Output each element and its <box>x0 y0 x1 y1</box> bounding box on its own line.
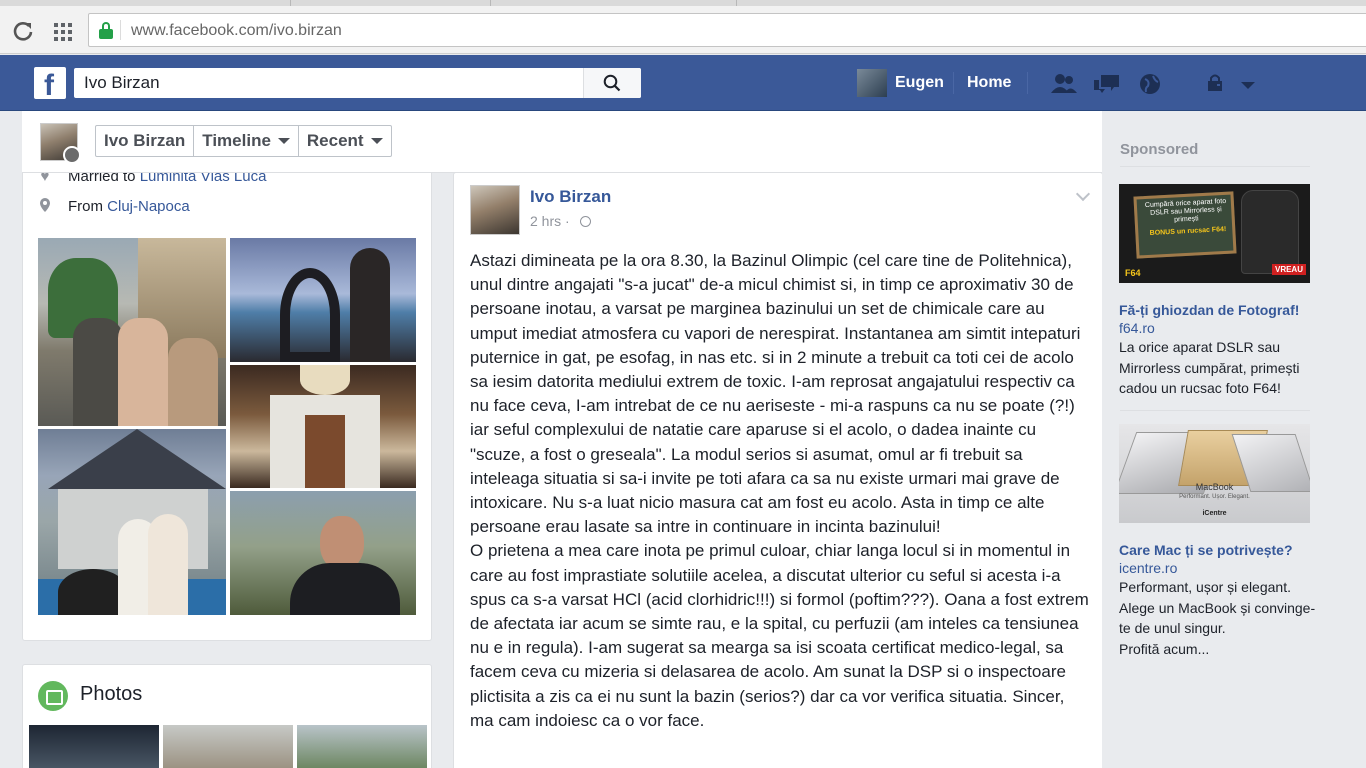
photo-thumb[interactable] <box>163 725 293 768</box>
user-avatar <box>857 69 887 97</box>
post-card: Ivo Birzan 2 hrs · Astazi dimineata pe l… <box>453 172 1103 768</box>
hometown-link[interactable]: Cluj-Napoca <box>107 198 190 215</box>
profile-photo-4[interactable] <box>38 429 226 615</box>
photos-card: Photos <box>22 664 432 768</box>
profile-photo-5[interactable] <box>230 491 416 615</box>
user-name: Eugen <box>895 74 944 91</box>
photos-icon <box>38 681 68 711</box>
facebook-logo[interactable]: f <box>34 67 66 102</box>
privacy-lock-icon[interactable] <box>1206 71 1236 97</box>
chevron-down-icon <box>370 138 383 144</box>
ad-image-brand: F64 <box>1125 268 1141 278</box>
secure-lock-icon <box>99 22 113 39</box>
profile-thumbnail[interactable] <box>40 123 81 164</box>
profile-breadcrumb: Ivo Birzan Timeline Recent <box>95 125 392 157</box>
post-timestamp[interactable]: 2 hrs <box>530 213 561 229</box>
ad-image-icentre[interactable]: MacBook Performant. Ușor. Elegant. iCent… <box>1119 424 1310 523</box>
sponsored-label: Sponsored <box>1120 141 1199 158</box>
ad-text: Performant, ușor și elegant. Alege un Ma… <box>1119 579 1316 657</box>
post-body-text: Astazi dimineata pe la ora 8.30, la Bazi… <box>470 251 1089 730</box>
photo-thumb[interactable] <box>29 725 159 768</box>
recent-dropdown[interactable]: Recent <box>299 126 391 156</box>
chevron-down-icon <box>277 138 290 144</box>
reload-icon[interactable] <box>12 20 34 42</box>
ad-domain[interactable]: f64.ro <box>1119 320 1155 336</box>
post-author-avatar[interactable] <box>470 185 520 235</box>
ad-image-f64[interactable]: Cumpără orice aparat foto DSLR sau Mirro… <box>1119 184 1310 283</box>
ad-title[interactable]: Fă-ți ghiozdan de Fotograf! <box>1119 302 1319 318</box>
ad-image-product: MacBook <box>1195 482 1234 492</box>
post-meta: 2 hrs · <box>530 213 591 229</box>
post-options-chevron-icon[interactable] <box>1075 186 1091 202</box>
profile-sticky-nav: Ivo Birzan Timeline Recent <box>22 111 1102 173</box>
ad-image-cta: VREAU <box>1271 264 1306 275</box>
friend-requests-icon[interactable] <box>1049 71 1079 97</box>
search-icon <box>603 74 621 92</box>
public-globe-icon <box>579 216 591 227</box>
ad-image-tagline: Performant. Ușor. Elegant. <box>1179 494 1250 500</box>
url-text[interactable]: www.facebook.com/ivo.birzan <box>131 22 342 40</box>
profile-photo-1[interactable] <box>38 238 226 426</box>
photo-thumb[interactable] <box>297 725 427 768</box>
nav-divider <box>1027 72 1028 94</box>
search-input[interactable]: Ivo Birzan <box>84 73 160 93</box>
from-label: From <box>68 198 108 215</box>
messages-icon[interactable] <box>1092 71 1122 97</box>
home-link[interactable]: Home <box>967 74 1011 92</box>
account-menu-caret-icon[interactable] <box>1238 71 1268 97</box>
notifications-globe-icon[interactable] <box>1136 71 1166 97</box>
profile-name-link[interactable]: Ivo Birzan <box>96 126 195 156</box>
post-author-name[interactable]: Ivo Birzan <box>530 187 611 207</box>
ad-image-brand: iCentre <box>1202 510 1227 517</box>
divider <box>1120 410 1310 411</box>
profile-photo-3[interactable] <box>230 365 416 488</box>
recent-label: Recent <box>306 131 364 150</box>
facebook-top-bar: f Ivo Birzan Eugen Home <box>0 55 1366 111</box>
timeline-label: Timeline <box>202 131 271 150</box>
ad-image-text: Cumpără orice aparat foto DSLR sau Mirro… <box>1144 197 1227 224</box>
timeline-dropdown[interactable]: Timeline <box>194 126 299 156</box>
ad-domain[interactable]: icentre.ro <box>1119 560 1177 576</box>
location-pin-icon <box>38 198 52 215</box>
nav-divider <box>953 72 954 94</box>
browser-toolbar: www.facebook.com/ivo.birzan <box>0 6 1366 54</box>
search-box[interactable]: Ivo Birzan <box>74 68 641 98</box>
ad-title[interactable]: Care Mac ți se potrivește? <box>1119 542 1319 558</box>
apps-grid-icon[interactable] <box>54 23 72 41</box>
address-bar[interactable]: www.facebook.com/ivo.birzan <box>88 13 1366 47</box>
hometown-info: From Cluj-Napoca <box>38 198 190 215</box>
profile-photo-2[interactable] <box>230 238 416 362</box>
ad-text: La orice aparat DSLR sau Mirrorless cump… <box>1119 339 1300 396</box>
search-button[interactable] <box>583 68 641 98</box>
address-divider <box>120 20 121 40</box>
photos-title[interactable]: Photos <box>80 683 142 706</box>
divider <box>1120 166 1310 167</box>
